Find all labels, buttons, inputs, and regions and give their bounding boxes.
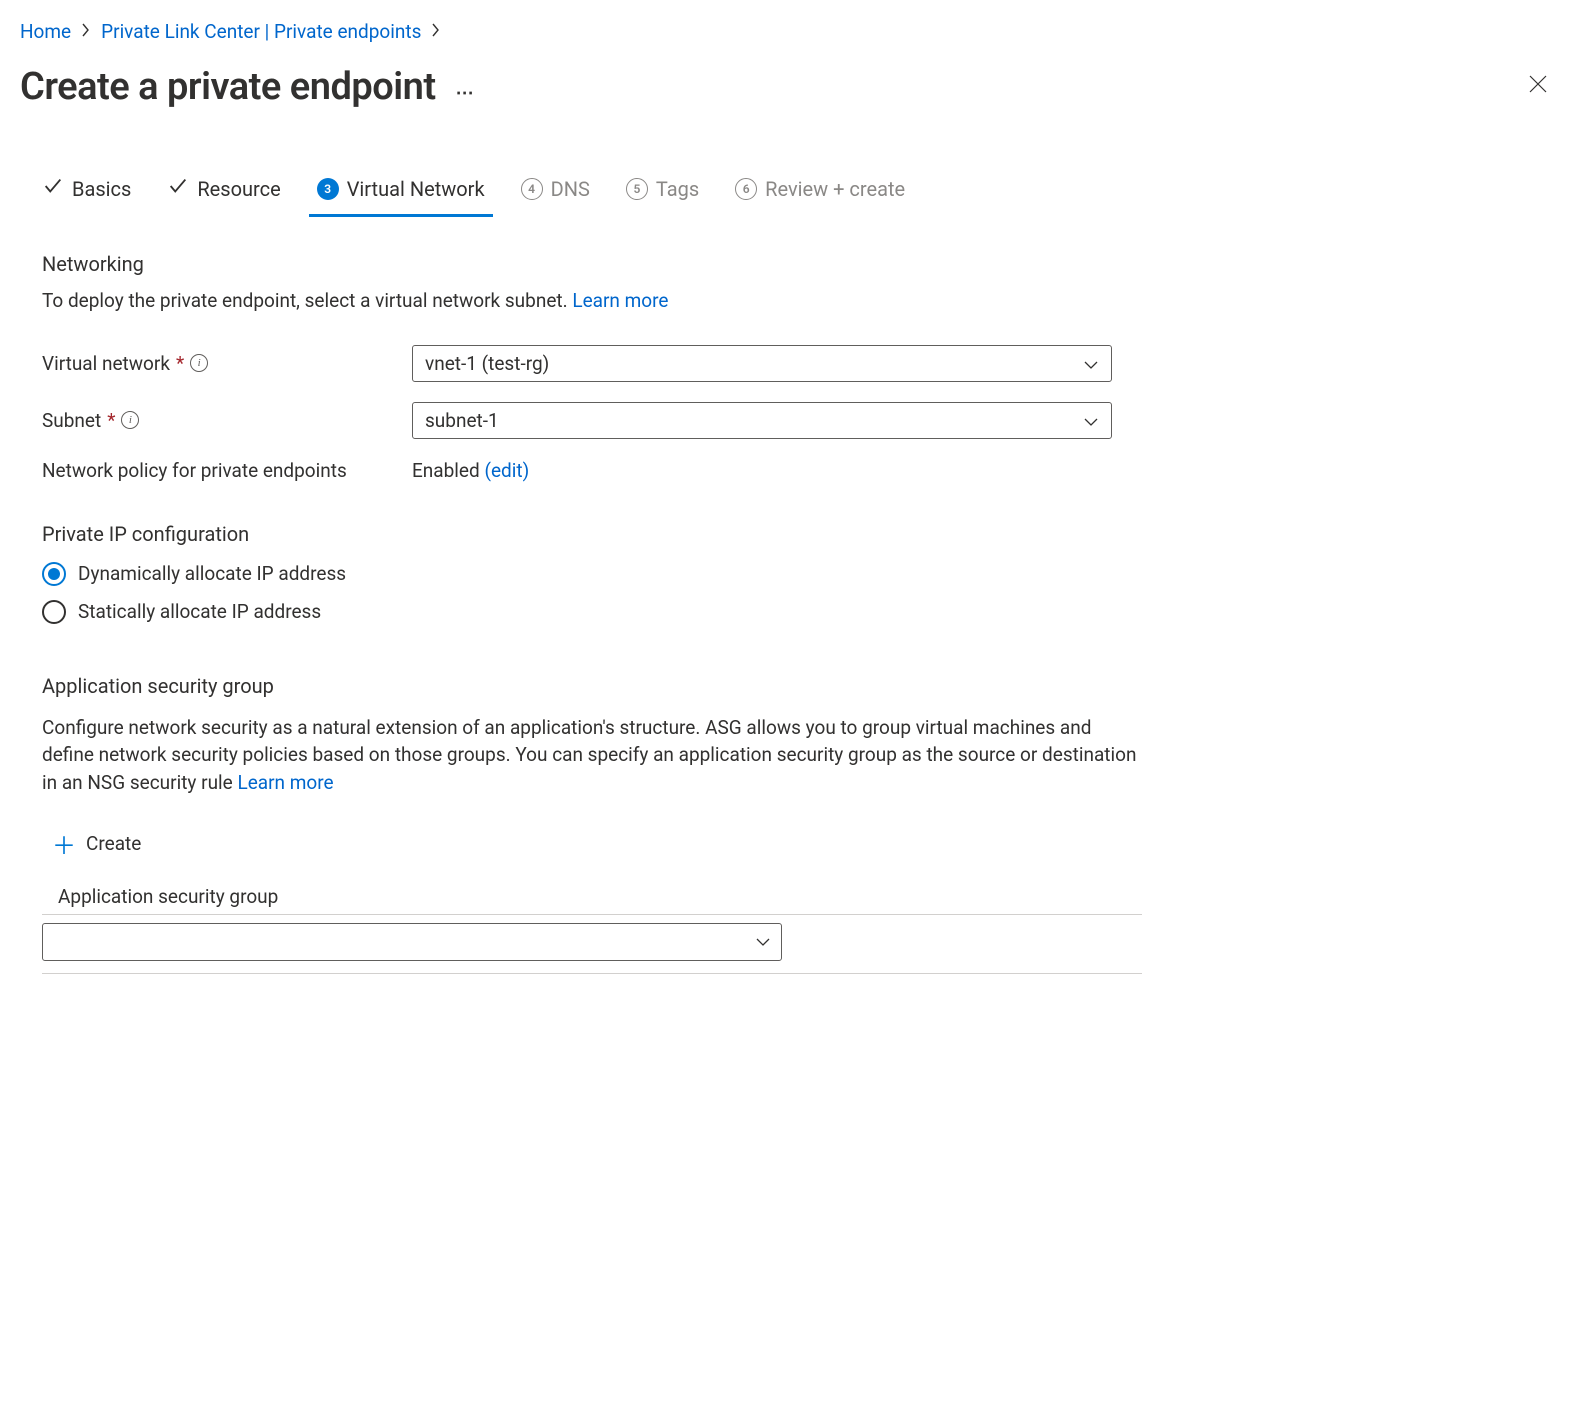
tab-label: Resource	[197, 177, 280, 201]
asg-learn-more-link[interactable]: Learn more	[237, 771, 333, 794]
tab-basics[interactable]: Basics	[42, 169, 131, 216]
asg-create-button[interactable]: ＋ Create	[52, 826, 141, 861]
required-indicator: *	[176, 352, 184, 375]
radio-icon	[42, 600, 66, 624]
virtual-network-label: Virtual network * i	[42, 352, 412, 375]
tab-label: Review + create	[765, 177, 905, 201]
radio-icon	[42, 562, 66, 586]
tab-virtual-network[interactable]: 3 Virtual Network	[317, 171, 485, 215]
network-policy-label: Network policy for private endpoints	[42, 459, 412, 482]
info-icon[interactable]: i	[190, 354, 208, 372]
page-title: Create a private endpoint ⋯	[20, 65, 476, 109]
tab-label: Virtual Network	[347, 177, 485, 201]
network-policy-value: Enabled (edit)	[412, 459, 1142, 482]
asg-create-label: Create	[86, 832, 141, 855]
asg-description: Configure network security as a natural …	[42, 714, 1142, 797]
tab-dns[interactable]: 4 DNS	[521, 171, 590, 215]
step-number-icon: 6	[735, 178, 757, 200]
tab-review-create[interactable]: 6 Review + create	[735, 171, 905, 215]
section-heading-networking: Networking	[42, 252, 1142, 276]
subnet-value: subnet-1	[425, 409, 499, 432]
step-number-icon: 3	[317, 178, 339, 200]
asg-select[interactable]	[42, 923, 782, 961]
required-indicator: *	[107, 409, 115, 432]
radio-static-ip[interactable]: Statically allocate IP address	[42, 600, 1142, 624]
chevron-right-icon	[431, 22, 441, 41]
tab-label: Tags	[656, 177, 699, 201]
tab-label: Basics	[72, 177, 131, 201]
check-icon	[42, 175, 64, 202]
breadcrumb: Home Private Link Center | Private endpo…	[20, 20, 1550, 43]
networking-learn-more-link[interactable]: Learn more	[572, 289, 668, 312]
step-number-icon: 4	[521, 178, 543, 200]
radio-label: Dynamically allocate IP address	[78, 562, 346, 585]
asg-column-header: Application security group	[58, 885, 1142, 908]
chevron-down-icon	[1083, 412, 1099, 428]
chevron-down-icon	[755, 934, 771, 950]
breadcrumb-home[interactable]: Home	[20, 20, 71, 43]
networking-description: To deploy the private endpoint, select a…	[42, 288, 1142, 315]
tab-tags[interactable]: 5 Tags	[626, 171, 699, 215]
virtual-network-select[interactable]: vnet-1 (test-rg)	[412, 345, 1112, 382]
network-policy-edit-link[interactable]: (edit)	[484, 459, 529, 482]
section-heading-asg: Application security group	[42, 674, 1142, 698]
section-heading-ip-config: Private IP configuration	[42, 522, 1142, 546]
chevron-down-icon	[1083, 355, 1099, 371]
more-options-icon[interactable]: ⋯	[456, 83, 476, 104]
breadcrumb-center[interactable]: Private Link Center | Private endpoints	[101, 20, 421, 43]
tab-label: DNS	[551, 177, 590, 201]
plus-icon: ＋	[52, 826, 76, 861]
tab-resource[interactable]: Resource	[167, 169, 280, 216]
wizard-tabs: Basics Resource 3 Virtual Network 4 DNS …	[42, 169, 1550, 216]
radio-label: Statically allocate IP address	[78, 600, 321, 623]
subnet-select[interactable]: subnet-1	[412, 402, 1112, 439]
virtual-network-value: vnet-1 (test-rg)	[425, 352, 549, 375]
check-icon	[167, 175, 189, 202]
step-number-icon: 5	[626, 178, 648, 200]
chevron-right-icon	[81, 22, 91, 41]
radio-dynamic-ip[interactable]: Dynamically allocate IP address	[42, 562, 1142, 586]
subnet-label: Subnet * i	[42, 409, 412, 432]
info-icon[interactable]: i	[121, 411, 139, 429]
close-icon[interactable]	[1526, 72, 1550, 103]
asg-table	[42, 914, 1142, 974]
